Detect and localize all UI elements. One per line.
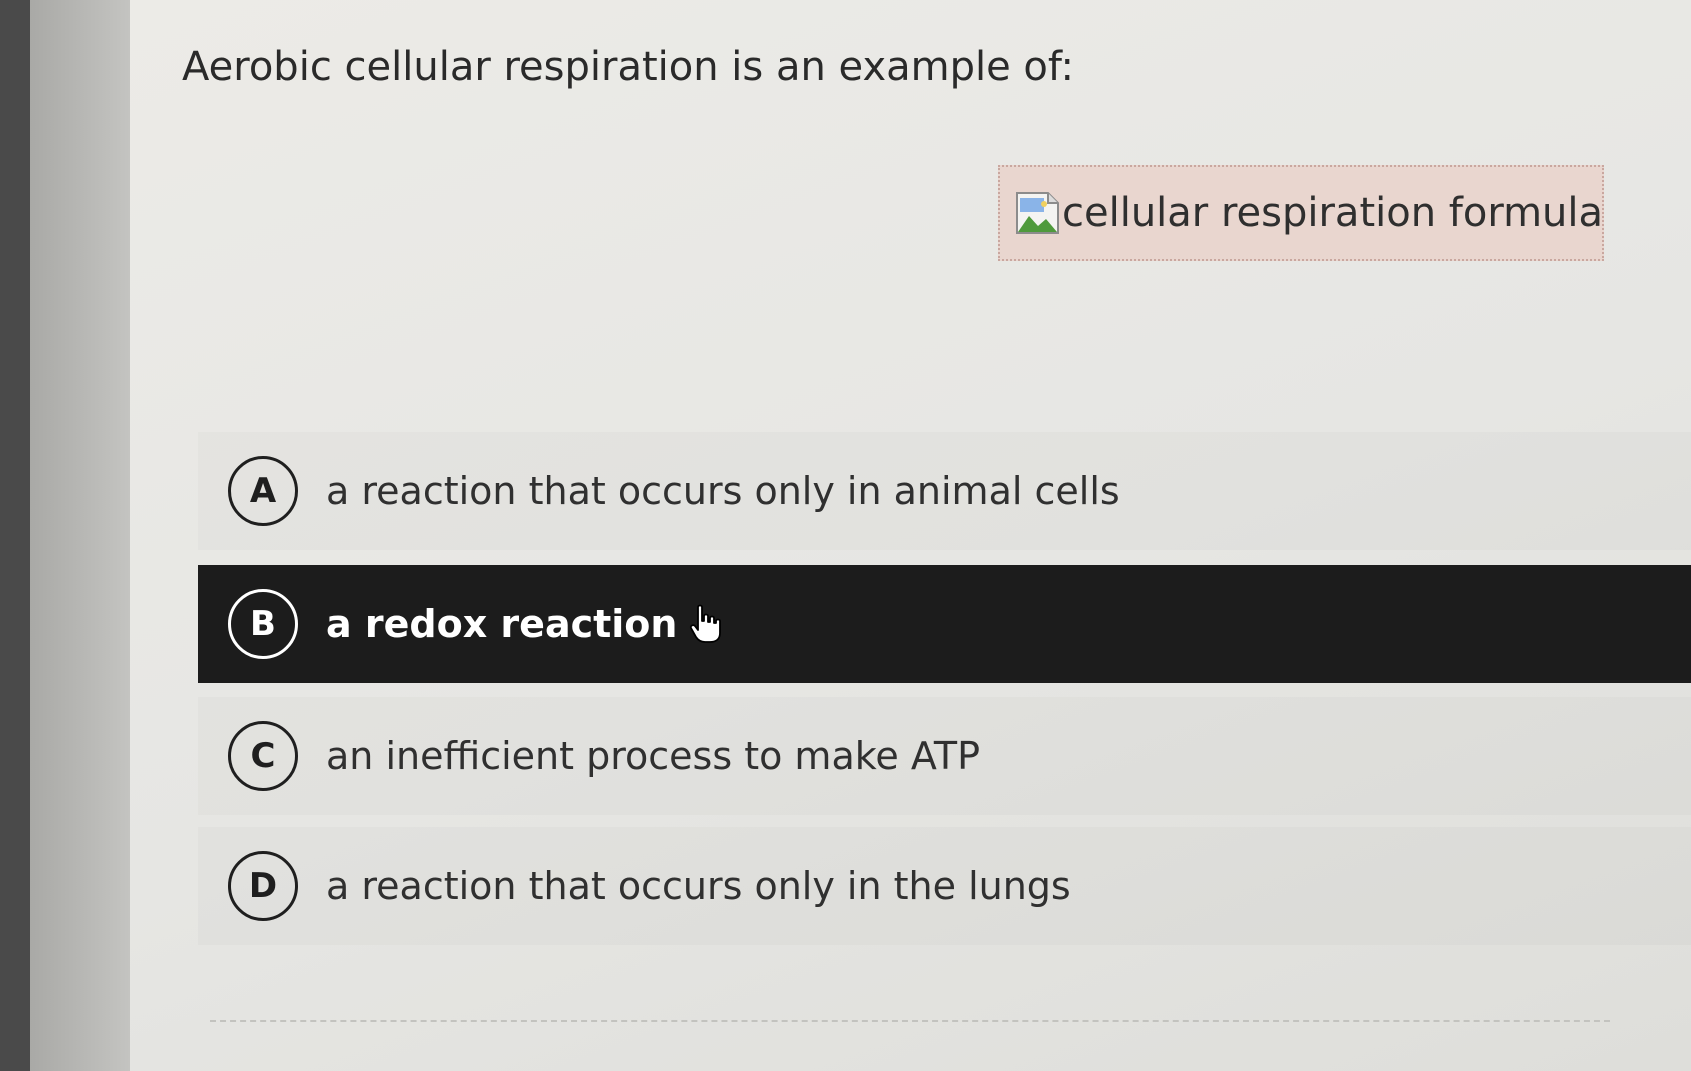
option-text: an inefficient process to make ATP — [326, 734, 981, 778]
figure-alt-text: cellular respiration formula — [1062, 190, 1604, 236]
option-text: a reaction that occurs only in the lungs — [326, 864, 1071, 908]
answer-option-c[interactable]: C an inefficient process to make ATP — [198, 697, 1691, 815]
screen-bezel — [0, 0, 30, 1071]
left-gutter — [30, 0, 130, 1071]
option-text: a reaction that occurs only in animal ce… — [326, 469, 1120, 513]
question-figure: cellular respiration formula — [998, 165, 1604, 261]
option-letter-badge: B — [228, 589, 298, 659]
answer-option-b[interactable]: B a redox reaction — [198, 565, 1691, 683]
option-letter-badge: D — [228, 851, 298, 921]
section-divider — [210, 1020, 1610, 1022]
option-letter-badge: A — [228, 456, 298, 526]
option-letter-badge: C — [228, 721, 298, 791]
answer-option-a[interactable]: A a reaction that occurs only in animal … — [198, 432, 1691, 550]
broken-image-icon — [1016, 192, 1059, 234]
question-panel: Aerobic cellular respiration is an examp… — [130, 0, 1691, 1071]
hand-pointer-icon — [690, 604, 722, 643]
answer-option-d[interactable]: D a reaction that occurs only in the lun… — [198, 827, 1691, 945]
question-text: Aerobic cellular respiration is an examp… — [182, 44, 1075, 90]
option-text: a redox reaction — [326, 602, 678, 646]
